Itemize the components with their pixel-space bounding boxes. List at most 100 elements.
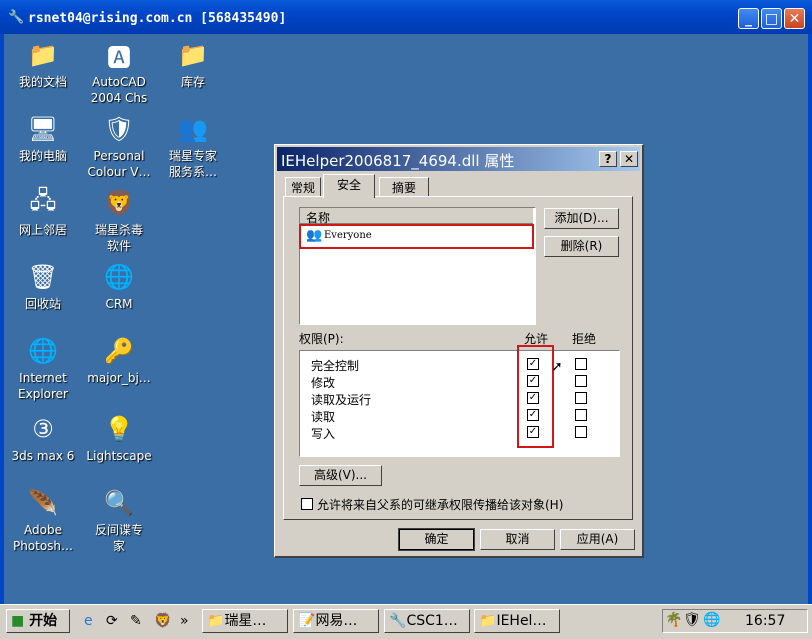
desktop-icon-personal-colour[interactable]: 🛡 Personal Colour V…	[80, 112, 158, 180]
desktop-icon-label: Internet Explorer	[18, 371, 68, 401]
inherit-permissions-checkbox[interactable]	[301, 498, 313, 510]
help-button[interactable]: ?	[599, 151, 617, 167]
crm-icon: 🌐	[104, 263, 134, 291]
deny-full-control-checkbox[interactable]	[575, 358, 587, 370]
close-button[interactable]: ✕	[784, 8, 805, 29]
desktop-icon-label: CRM	[105, 297, 133, 311]
desktop-icon-photoshop[interactable]: 🪶 Adobe Photosh…	[4, 486, 82, 554]
window-title: rsnet04@rising.com.cn [568435490]	[28, 11, 287, 26]
add-button[interactable]: 添加(D)...	[544, 208, 619, 229]
advanced-button[interactable]: 高级(V)...	[299, 465, 382, 486]
tab-security[interactable]: 安全	[323, 174, 375, 198]
desktop-icon-label: 回收站	[24, 297, 61, 311]
windows-logo-icon: ■	[11, 613, 25, 629]
taskbar: ■ 开始 e ⟳ ✎ 🦁 » 📁瑞星… 📝网易… 🔧CSC1… 📁IEHel… …	[0, 604, 812, 639]
task-label: IEHel…	[496, 613, 547, 629]
deny-modify-checkbox[interactable]	[575, 375, 587, 387]
dialog-close-button[interactable]: ✕	[620, 151, 638, 167]
folder-icon: 📁	[479, 613, 497, 629]
remove-button[interactable]: 删除(R)	[544, 236, 619, 257]
document-icon: 📝	[298, 613, 316, 629]
desktop-icon-lightscape[interactable]: 💡 Lightscape	[80, 412, 158, 464]
network-tray-icon[interactable]: 🌴	[665, 612, 682, 628]
app-icon: 🔧	[389, 613, 407, 629]
quick-launch: e ⟳ ✎ 🦁 »	[76, 609, 194, 633]
desktop-icon-label: 我的文档	[18, 75, 67, 89]
desktop-icon-label: 反间谍专 家	[94, 523, 143, 553]
network-icon: 🖧	[29, 185, 57, 214]
key-icon: 🔑	[104, 337, 134, 365]
permissions-list: 完全控制 修改 读取及运行 读取 写入 ✓ ✓ ✓ ✓ ✓	[299, 350, 620, 457]
desktop-icon-my-computer[interactable]: 🖥 我的电脑	[4, 112, 82, 164]
tab-general[interactable]: 常规	[285, 177, 321, 197]
mouse-cursor-icon: ➚	[551, 359, 563, 375]
desktop-icon-label: Adobe Photosh…	[12, 523, 74, 553]
perm-read-label: 读取	[311, 410, 336, 424]
desktop-icon-inventory[interactable]: 📁 库存	[154, 38, 232, 90]
ok-button[interactable]: 确定	[398, 528, 475, 551]
highlight-allow-column	[517, 345, 554, 448]
permissions-label: 权限(P):	[299, 332, 344, 346]
desktop-icon-major-bj[interactable]: 🔑 major_bj…	[80, 334, 158, 386]
desktop-icon-crm[interactable]: 🌐 CRM	[80, 260, 158, 312]
task-button-iehelper[interactable]: 📁IEHel…	[474, 609, 560, 633]
desktop-icon-rising-antivirus[interactable]: 🦁 瑞星杀毒 软件	[80, 186, 158, 254]
app-icon: 🔧	[8, 10, 25, 25]
dialog-titlebar[interactable]: IEHelper2006817_4694.dll 属性 ? ✕	[277, 147, 640, 171]
deny-read-execute-checkbox[interactable]	[575, 392, 587, 404]
perm-full-control-label: 完全控制	[311, 359, 360, 373]
antivirus-tray-icon[interactable]: 🛡	[683, 612, 701, 628]
inherit-permissions-label: 允许将来自父系的可继承权限传播给该对象(H)	[317, 498, 564, 512]
highlight-everyone	[299, 224, 534, 249]
desktop-icon-rising-expert[interactable]: 👥 瑞星专家 服务系…	[154, 112, 232, 180]
properties-dialog: IEHelper2006817_4694.dll 属性 ? ✕ 常规 安全 摘要…	[274, 144, 644, 558]
desktop-icon-recycle-bin[interactable]: 🗑 回收站	[4, 260, 82, 312]
desktop-icon-label: 3ds max 6	[11, 449, 75, 463]
edit-quicklaunch-icon[interactable]: ✎	[130, 609, 142, 633]
refresh-quicklaunch-icon[interactable]: ⟳	[106, 609, 118, 633]
lion-icon: 🦁	[104, 189, 134, 217]
desktop-icon-label: 我的电脑	[18, 149, 67, 163]
computer-icon: 🖥	[27, 115, 59, 143]
system-tray: 🌴 🛡 🌐 16:57	[662, 609, 808, 633]
folder-icon: 📁	[207, 613, 225, 629]
maximize-button[interactable]: □	[761, 8, 782, 29]
lion-quicklaunch-icon[interactable]: 🦁	[154, 609, 171, 633]
desktop-icon-ie[interactable]: 🌐 Internet Explorer	[4, 334, 82, 402]
tab-summary[interactable]: 摘要	[379, 177, 429, 197]
task-button-netease[interactable]: 📝网易…	[293, 609, 379, 633]
task-label: 瑞星…	[224, 613, 267, 629]
minimize-button[interactable]: _	[738, 8, 759, 29]
lightscape-icon: 💡	[104, 415, 134, 443]
start-button[interactable]: ■ 开始	[6, 609, 70, 633]
task-button-csc[interactable]: 🔧CSC1…	[384, 609, 470, 633]
more-quicklaunch-button[interactable]: »	[180, 609, 189, 633]
window-frame-right	[808, 34, 812, 604]
deny-write-checkbox[interactable]	[575, 426, 587, 438]
perm-write-label: 写入	[311, 427, 336, 441]
desktop-icon-label: Personal Colour V…	[87, 149, 151, 179]
desktop-icon-3dsmax[interactable]: ③ 3ds max 6	[4, 412, 82, 464]
deny-header: 拒绝	[572, 332, 597, 346]
clock: 16:57	[745, 613, 786, 629]
update-tray-icon[interactable]: 🌐	[703, 612, 720, 628]
names-header[interactable]: 名称	[300, 208, 533, 225]
start-label: 开始	[29, 613, 58, 629]
desktop-icon-label: AutoCAD 2004 Chs	[90, 75, 148, 105]
desktop-icon-network[interactable]: 🖧 网上邻居	[4, 186, 82, 238]
task-label: 网易…	[315, 613, 358, 629]
apply-button[interactable]: 应用(A)	[560, 529, 635, 550]
desktop-icon-my-documents[interactable]: 📁 我的文档	[4, 38, 82, 90]
window-titlebar[interactable]: 🔧 rsnet04@rising.com.cn [568435490] _ □ …	[0, 0, 812, 34]
anti-spy-icon: 🔍	[104, 489, 134, 517]
desktop-icon-label: 瑞星杀毒 软件	[94, 223, 143, 253]
desktop-icon-autocad[interactable]: 🅰 AutoCAD 2004 Chs	[80, 38, 158, 106]
cancel-button[interactable]: 取消	[480, 529, 555, 550]
folder-icon: 📁	[28, 41, 58, 69]
perm-read-execute-label: 读取及运行	[311, 393, 372, 407]
deny-read-checkbox[interactable]	[575, 409, 587, 421]
3dsmax-icon: ③	[32, 415, 54, 443]
task-button-rising[interactable]: 📁瑞星…	[202, 609, 288, 633]
ie-quicklaunch-icon[interactable]: e	[84, 609, 93, 633]
desktop-icon-anti-spy[interactable]: 🔍 反间谍专 家	[80, 486, 158, 554]
